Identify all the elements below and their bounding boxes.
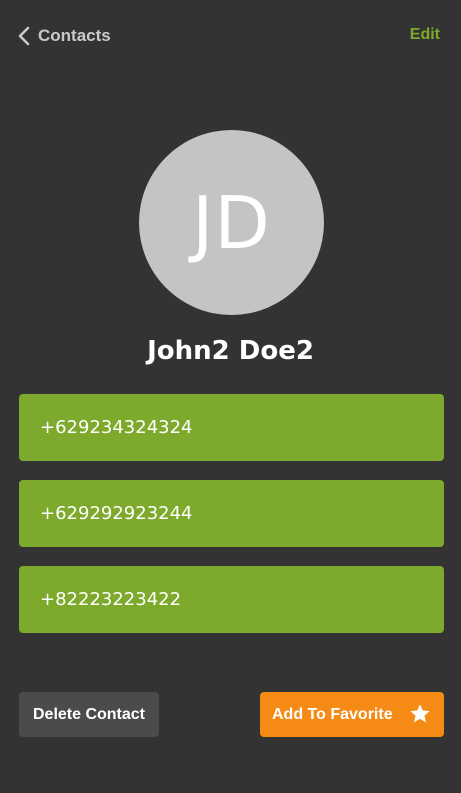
phone-number-text: +629292923244 xyxy=(40,503,193,524)
phone-number-item[interactable]: +629234324324 xyxy=(19,394,444,461)
edit-button[interactable]: Edit xyxy=(410,24,440,46)
phone-number-item[interactable]: +629292923244 xyxy=(19,480,444,547)
avatar: JD xyxy=(139,130,324,315)
phone-number-item[interactable]: +82223223422 xyxy=(19,566,444,633)
avatar-initials: JD xyxy=(192,180,271,265)
delete-contact-label: Delete Contact xyxy=(32,705,146,723)
phone-number-list: +629234324324 +629292923244 +82223223422 xyxy=(19,394,444,652)
chevron-left-icon xyxy=(18,26,30,46)
delete-contact-button[interactable]: Delete Contact xyxy=(19,692,159,737)
add-to-favorite-button[interactable]: Add To Favorite xyxy=(260,692,444,737)
add-to-favorite-label: Add To Favorite xyxy=(272,705,393,723)
back-to-contacts-link[interactable]: Contacts xyxy=(18,24,111,48)
back-link-label: Contacts xyxy=(38,26,111,45)
star-icon xyxy=(410,704,430,723)
phone-number-text: +629234324324 xyxy=(40,417,193,438)
contact-name: John2 Doe2 xyxy=(147,336,314,366)
phone-number-text: +82223223422 xyxy=(40,589,182,610)
